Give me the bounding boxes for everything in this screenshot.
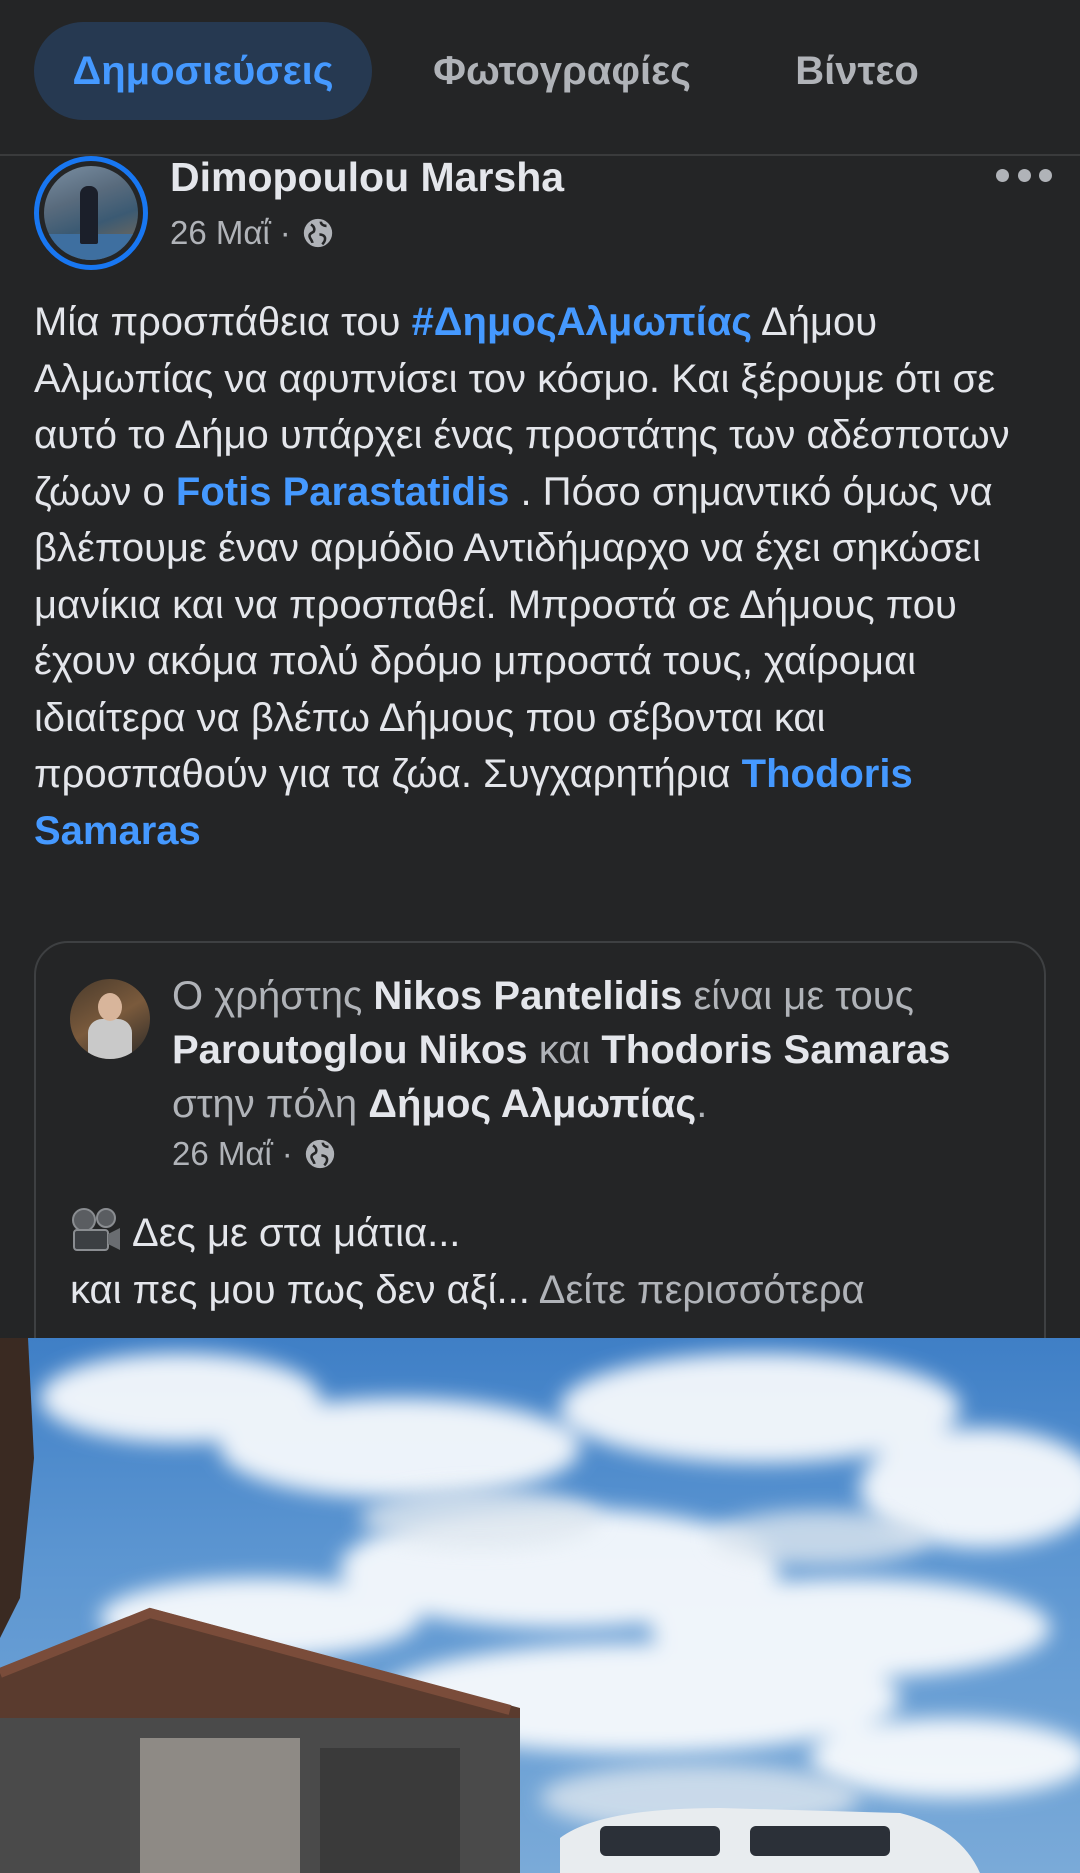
meta-separator: · [281,1135,293,1172]
post-meta: 26 Μαΐ · [170,214,335,252]
place-link[interactable]: Δήμος Αλμωπίας [368,1082,696,1126]
meta-separator: · [279,214,291,251]
shared-author-avatar[interactable] [70,979,150,1059]
post-page: Δημοσιεύσεις Φωτογραφίες Βίντεο Dimopoul… [0,0,1080,1873]
globe-icon [305,1139,334,1169]
post-date[interactable]: 26 Μαΐ [170,214,270,252]
shared-post-meta: 26 Μαΐ · [172,1135,337,1173]
post-text: Μία προσπάθεια του #ΔημοςΑλμωπίας Δήμου … [34,300,1010,853]
mention-link[interactable]: Fotis Parastatidis [176,470,509,514]
shared-post-header: Ο χρήστης Nikos Pantelidis είναι με τους… [172,974,951,1126]
see-more-link[interactable]: Δείτε περισσότερα [539,1268,865,1312]
post-photo[interactable] [0,1338,1080,1873]
author-name[interactable]: Dimopoulou Marsha [170,154,564,201]
tagged-user[interactable]: Thodoris Samaras [601,1028,950,1072]
tagged-user[interactable]: Paroutoglou Nikos [172,1028,528,1072]
tab-videos[interactable]: Βίντεο [752,22,962,120]
film-projector-icon [72,1208,120,1251]
shared-post-text: Δες με στα μάτια... και πες μου πως δεν … [70,1205,1020,1319]
sky-photo-graphic [0,1338,1080,1873]
globe-icon [303,218,332,248]
shared-post-date[interactable]: 26 Μαΐ [172,1135,272,1173]
tab-posts[interactable]: Δημοσιεύσεις [34,22,372,120]
author-avatar[interactable] [34,156,148,270]
hashtag-link[interactable]: #ΔημοςΑλμωπίας [412,300,753,344]
tab-photos[interactable]: Φωτογραφίες [400,22,724,120]
shared-author-name[interactable]: Nikos Pantelidis [373,974,682,1018]
more-dots-icon[interactable] [996,160,1052,190]
profile-tabs: Δημοσιεύσεις Φωτογραφίες Βίντεο [0,0,1080,156]
